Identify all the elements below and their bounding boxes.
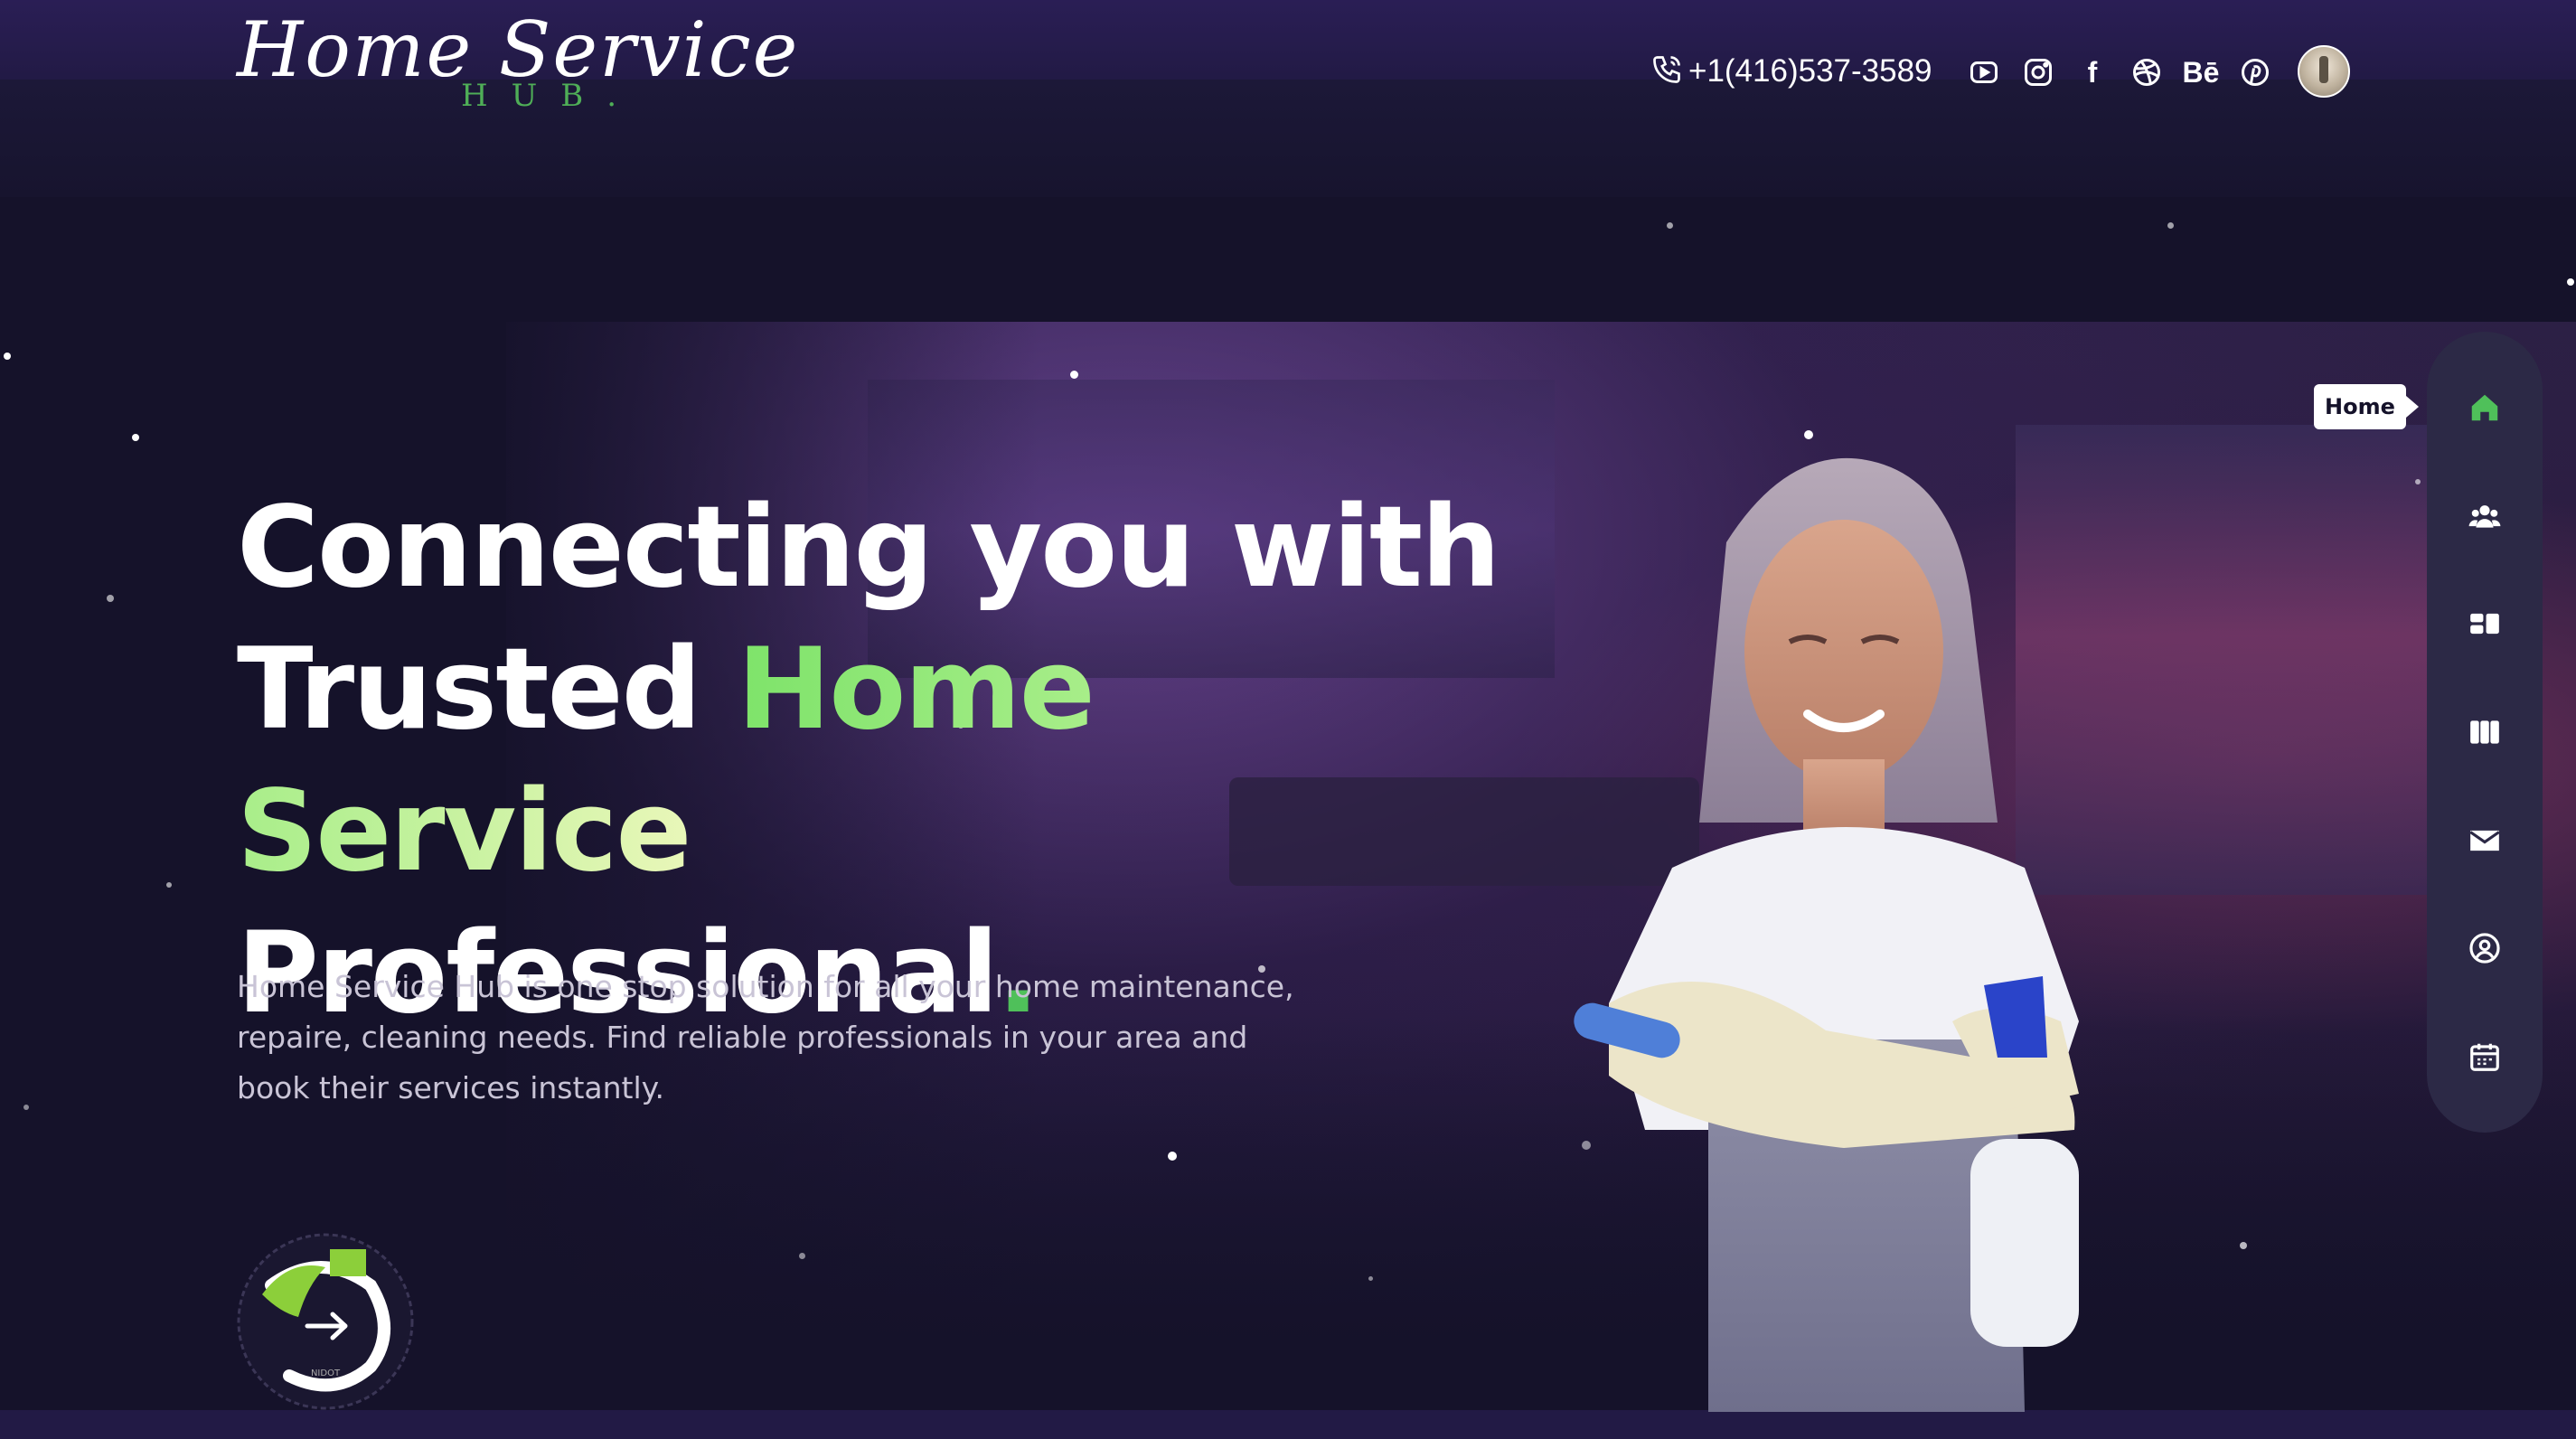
pinterest-icon[interactable] [2238, 55, 2272, 89]
nav-home[interactable] [2458, 381, 2512, 435]
logo-sub-text: HUB. [461, 78, 641, 114]
home-icon [2471, 394, 2498, 421]
dribbble-icon[interactable] [2129, 55, 2164, 89]
columns-icon [2470, 720, 2499, 744]
nav-profile[interactable] [2458, 921, 2512, 975]
badge-text: NIDOT [311, 1368, 341, 1378]
users-icon [2468, 504, 2501, 528]
facebook-icon[interactable]: f [2075, 55, 2110, 89]
cleaner-woman-image [1573, 443, 2187, 1412]
user-circle-icon [2469, 933, 2500, 964]
bottom-strip [0, 1410, 2576, 1439]
calendar-icon [2470, 1043, 2499, 1071]
phone-number: +1(416)537-3589 [1688, 53, 1932, 89]
social-links: f Bē [1967, 52, 2272, 92]
site-logo[interactable]: Home Service HUB. [237, 5, 797, 114]
nav-team[interactable] [2458, 489, 2512, 543]
hero-headline: Connecting you with Trusted Home Service… [237, 477, 1502, 1045]
phone-icon [1650, 53, 1683, 90]
nav-booking[interactable] [2458, 1030, 2512, 1084]
mail-icon [2469, 830, 2500, 851]
hero-description: Home Service Hub is one stop solution fo… [237, 969, 1294, 1105]
headline-line-2: Trusted Home Service [237, 619, 1502, 903]
user-avatar[interactable] [2298, 45, 2350, 98]
nav-tooltip: Home [2314, 384, 2419, 429]
headline-trusted: Trusted [237, 625, 701, 755]
side-navigation [2427, 332, 2543, 1133]
nav-contact[interactable] [2458, 814, 2512, 868]
headline-line-1: Connecting you with [237, 483, 1500, 613]
explore-badge-button[interactable]: NIDOT [235, 1231, 416, 1412]
nav-services[interactable] [2458, 597, 2512, 651]
behance-icon[interactable]: Bē [2183, 55, 2220, 89]
youtube-icon[interactable] [1967, 55, 2001, 89]
phone-contact[interactable]: +1(416)537-3589 [1650, 49, 1932, 94]
nav-portfolio[interactable] [2458, 705, 2512, 759]
instagram-icon[interactable] [2021, 55, 2055, 89]
services-icon [2470, 614, 2499, 635]
